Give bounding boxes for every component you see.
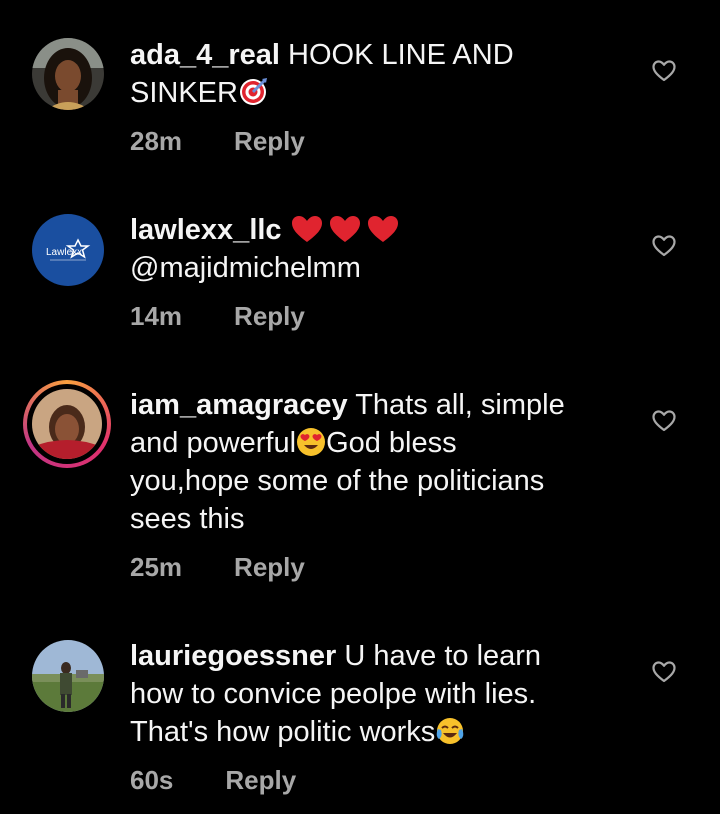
comment-body-line: Thats all, simple <box>355 389 565 421</box>
smiling-face-with-heart-eyes-icon <box>297 428 326 456</box>
comment-meta: 60s Reply <box>130 765 296 796</box>
comment-body-line: God bless <box>326 427 457 459</box>
comment-username[interactable]: ada_4_real <box>130 39 280 71</box>
comment-timestamp: 60s <box>130 765 174 795</box>
red-heart-icon <box>367 216 398 242</box>
comment-mention-link[interactable]: @majidmichelmm <box>130 252 361 284</box>
comment-username[interactable]: iam_amagracey <box>130 389 348 421</box>
direct-hit-target-icon <box>239 78 267 105</box>
comment-body-line: and powerful <box>130 427 297 459</box>
like-heart-icon[interactable] <box>652 60 676 82</box>
like-heart-icon[interactable] <box>652 235 676 257</box>
lawlexx-logo-text: Lawlexx <box>46 247 82 258</box>
reply-button[interactable]: Reply <box>234 552 305 582</box>
reply-button[interactable]: Reply <box>225 765 296 795</box>
comment-text: lawlexx_llc @majidmichelmm <box>130 211 610 287</box>
red-heart-icon <box>329 216 360 242</box>
like-heart-icon[interactable] <box>652 661 676 683</box>
avatar[interactable] <box>32 640 104 712</box>
avatar[interactable]: Lawlexx <box>32 214 104 286</box>
like-heart-icon[interactable] <box>652 410 676 432</box>
comment-text: ada_4_real HOOK LINE AND SINKER <box>130 36 610 112</box>
comment-meta: 14m Reply <box>130 301 305 332</box>
comment-text: lauriegoessner U have to learn how to co… <box>130 637 610 751</box>
comment-text: iam_amagracey Thats all, simple and powe… <box>130 386 610 538</box>
reply-button[interactable]: Reply <box>234 126 305 156</box>
comment-body-line: how to convice peolpe with lies. <box>130 678 537 710</box>
avatar <box>32 389 102 459</box>
comment-timestamp: 25m <box>130 552 183 582</box>
avatar[interactable] <box>32 38 104 110</box>
comment-meta: 25m Reply <box>130 552 305 583</box>
comment-meta: 28m Reply <box>130 126 305 157</box>
comment-username[interactable]: lauriegoessner <box>130 640 336 672</box>
comment-body-line: you,hope some of the politicians <box>130 465 545 497</box>
reply-button[interactable]: Reply <box>234 301 305 331</box>
comment-timestamp: 28m <box>130 126 183 156</box>
face-with-tears-of-joy-icon <box>437 718 464 744</box>
comment-body-line: sees this <box>130 503 245 535</box>
comment-username[interactable]: lawlexx_llc <box>130 214 282 246</box>
comment-body-line: U have to learn <box>344 640 542 672</box>
avatar-story-ring[interactable] <box>23 380 111 468</box>
comment-timestamp: 14m <box>130 301 183 331</box>
red-heart-icon <box>291 216 322 242</box>
avatar-ring-gap <box>27 384 107 464</box>
comment-body-line: That's how politic works <box>130 716 436 748</box>
